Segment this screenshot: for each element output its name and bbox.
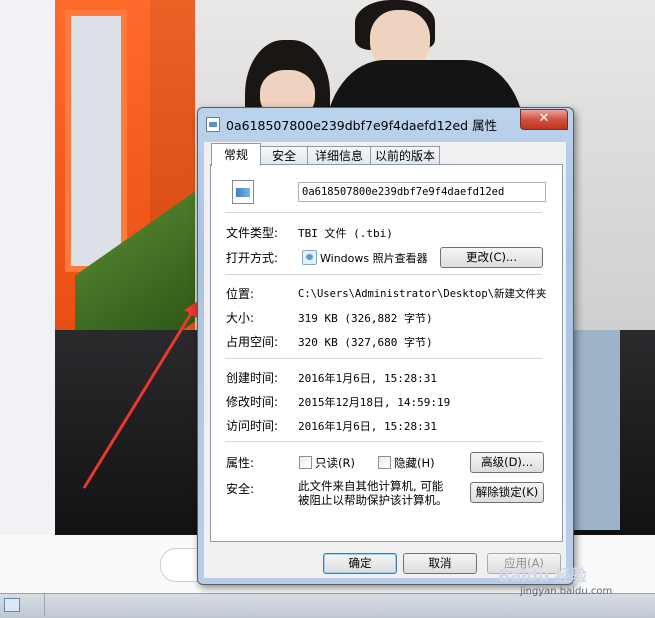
attributes-label: 属性:	[226, 456, 255, 470]
unblock-button[interactable]: 解除锁定(K)	[470, 482, 544, 503]
hidden-label[interactable]: 隐藏(H)	[394, 455, 435, 471]
properties-dialog: 0a618507800e239dbf7e9f4daefd12ed 属性 ✕ 常规…	[197, 107, 574, 585]
file-type-label: 文件类型:	[226, 226, 279, 240]
modified-value: 2015年12月18日, 14:59:19	[298, 396, 451, 409]
open-with-value: Windows 照片查看器	[320, 252, 428, 265]
security-note-line1: 此文件来自其他计算机, 可能	[298, 479, 444, 493]
accessed-value: 2016年1月6日, 15:28:31	[298, 420, 437, 433]
location-value: C:\Users\Administrator\Desktop\新建文件夹	[298, 288, 547, 300]
size-value: 319 KB (326,882 字节)	[298, 312, 433, 325]
baidu-watermark: Baidu 经验	[498, 566, 587, 585]
close-button[interactable]: ✕	[520, 109, 568, 130]
tab-security[interactable]: 安全	[260, 146, 308, 165]
tab-details[interactable]: 详细信息	[307, 146, 371, 165]
divider	[225, 358, 542, 359]
size-on-disk-label: 占用空间:	[226, 335, 279, 349]
file-picture-icon	[206, 117, 220, 132]
divider	[225, 274, 542, 275]
tab-general[interactable]: 常规	[211, 143, 261, 166]
divider	[225, 441, 542, 442]
open-with-label: 打开方式:	[226, 251, 279, 265]
created-value: 2016年1月6日, 15:28:31	[298, 372, 437, 385]
modified-label: 修改时间:	[226, 395, 279, 409]
divider	[225, 212, 542, 213]
filename-input[interactable]: 0a618507800e239dbf7e9f4daefd12ed	[298, 182, 546, 202]
photo-viewer-icon	[302, 250, 317, 265]
location-label: 位置:	[226, 287, 255, 301]
size-on-disk-value: 320 KB (327,680 字节)	[298, 336, 433, 349]
taskbar-picture-icon[interactable]	[4, 598, 20, 612]
change-button[interactable]: 更改(C)...	[440, 247, 543, 268]
security-label: 安全:	[226, 482, 255, 496]
readonly-label[interactable]: 只读(R)	[315, 455, 355, 471]
file-type-value: TBI 文件 (.tbi)	[298, 227, 393, 240]
dialog-title: 0a618507800e239dbf7e9f4daefd12ed 属性	[226, 118, 498, 133]
accessed-label: 访问时间:	[226, 419, 279, 433]
readonly-checkbox[interactable]	[299, 456, 312, 469]
size-label: 大小:	[226, 311, 255, 325]
created-label: 创建时间:	[226, 371, 279, 385]
cancel-button[interactable]: 取消	[403, 553, 477, 574]
door-window	[65, 10, 127, 272]
hidden-checkbox[interactable]	[378, 456, 391, 469]
tab-previous-versions[interactable]: 以前的版本	[370, 146, 440, 165]
watermark-url: jingyan.baidu.com	[520, 586, 613, 597]
left-panel	[0, 0, 55, 535]
advanced-button[interactable]: 高级(D)...	[470, 452, 544, 473]
security-note-line2: 被阻止以帮助保护该计算机。	[298, 493, 448, 507]
ok-button[interactable]: 确定	[323, 553, 397, 574]
file-type-icon	[232, 180, 254, 204]
